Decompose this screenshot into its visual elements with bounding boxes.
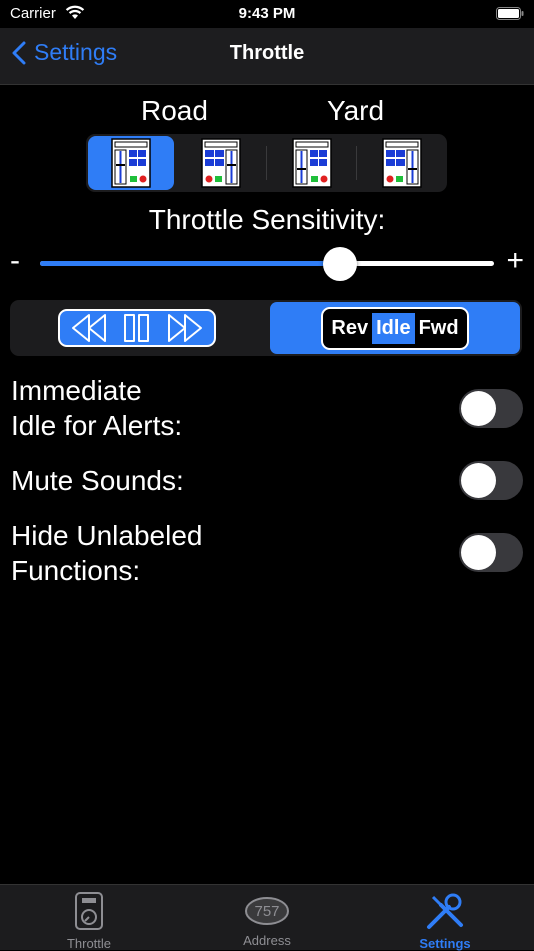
rewind-pause-forward-icon (72, 314, 202, 342)
immediate-idle-label: Immediate Idle for Alerts: (11, 373, 182, 443)
page-title: Throttle (229, 42, 305, 64)
throttle-layout-icon (382, 138, 422, 188)
throttle-icon (75, 892, 103, 930)
tab-settings-label: Settings (419, 936, 471, 951)
hide-unlabeled-label-line1: Hide Unlabeled (11, 520, 203, 551)
layout-option-road-left[interactable] (88, 136, 174, 190)
toggle-knob (461, 535, 496, 570)
direction-option-arrows[interactable] (12, 302, 262, 354)
segment-divider (266, 146, 267, 180)
mute-sounds-label-line1: Mute Sounds: (11, 465, 184, 496)
slider-thumb[interactable] (322, 247, 357, 281)
layout-option-yard-left[interactable] (269, 136, 355, 190)
mute-sounds-toggle[interactable] (459, 461, 523, 500)
hide-unlabeled-toggle[interactable] (459, 533, 523, 572)
throttle-layout-icon (201, 138, 241, 188)
settings-icon (427, 893, 463, 929)
idle-label: Idle (372, 312, 415, 344)
rev-idle-fwd-preview: Rev Idle Fwd (321, 306, 469, 350)
tab-address-label: Address (243, 933, 291, 948)
arrow-controls-preview (58, 309, 216, 347)
toggle-knob (461, 391, 496, 426)
segment-divider (356, 146, 357, 180)
immediate-idle-label-line2: Idle for Alerts: (11, 410, 183, 441)
toggle-knob (461, 463, 496, 498)
address-badge: 757 (254, 903, 280, 920)
rev-label: Rev (327, 312, 373, 344)
direction-style-segmented-control: Rev Idle Fwd (10, 300, 522, 356)
immediate-idle-label-line1: Immediate (11, 375, 142, 406)
status-time: 9:43 PM (238, 5, 296, 22)
tab-throttle-label: Throttle (66, 936, 112, 951)
tab-throttle[interactable]: Throttle (0, 891, 178, 951)
sensitivity-label: Throttle Sensitivity: (148, 204, 386, 235)
layout-option-road-right[interactable] (178, 136, 264, 190)
tab-bar: Throttle 757 Address Settings (0, 884, 534, 951)
fwd-label: Fwd (414, 312, 463, 344)
slider-fill (40, 261, 340, 266)
immediate-idle-toggle[interactable] (459, 389, 523, 428)
road-label: Road (141, 95, 208, 126)
navigation-bar: Settings Throttle (0, 28, 534, 85)
throttle-layout-icon (292, 138, 332, 188)
tab-address[interactable]: 757 Address (178, 891, 356, 948)
hide-unlabeled-label: Hide Unlabeled Functions: (11, 518, 202, 588)
status-bar: Carrier 9:43 PM (0, 0, 534, 28)
layout-option-yard-right[interactable] (359, 136, 445, 190)
mute-sounds-label: Mute Sounds: (11, 463, 184, 498)
slider-min-label: - (10, 244, 20, 277)
direction-option-rev-idle-fwd[interactable]: Rev Idle Fwd (270, 302, 520, 354)
throttle-layout-icon (111, 138, 151, 188)
tab-settings[interactable]: Settings (356, 891, 534, 951)
sensitivity-slider[interactable] (40, 247, 494, 281)
battery-icon (496, 7, 524, 20)
yard-label: Yard (327, 95, 385, 126)
hide-unlabeled-label-line2: Functions: (11, 555, 141, 586)
slider-max-label: + (506, 244, 524, 277)
layout-segmented-control (86, 134, 447, 192)
